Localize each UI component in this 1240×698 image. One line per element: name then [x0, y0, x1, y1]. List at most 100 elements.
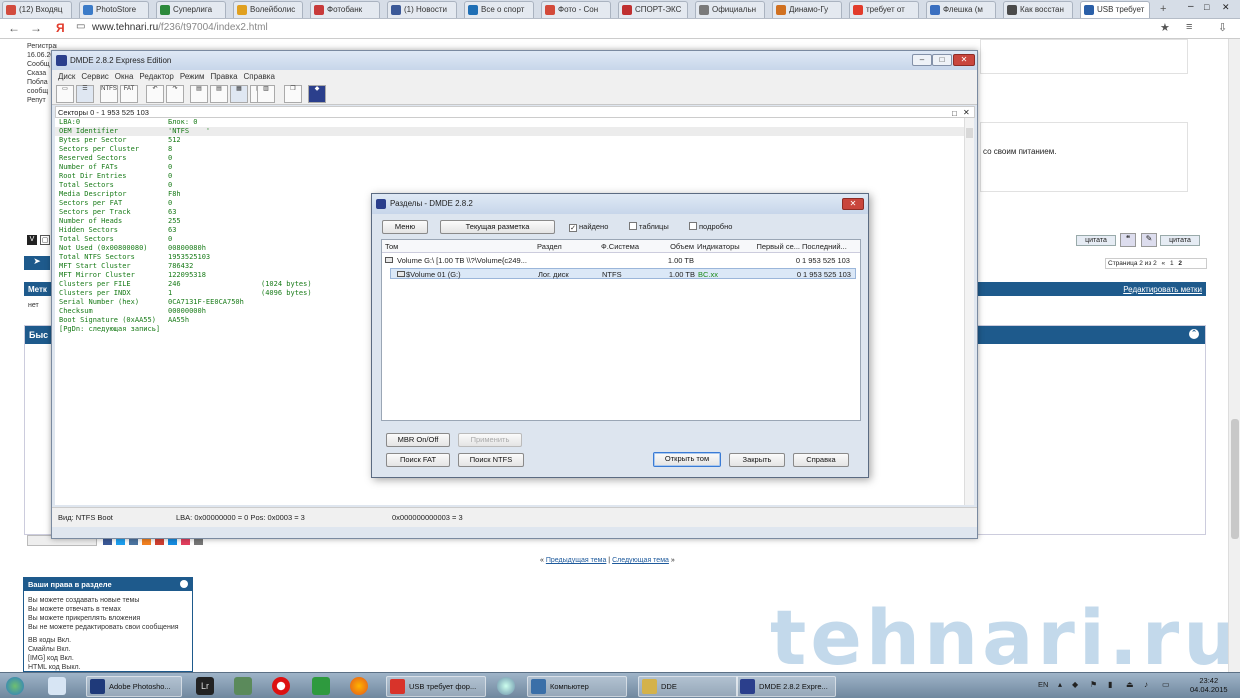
copy-icon[interactable]: ❐	[284, 85, 302, 103]
browser-tab[interactable]: Флешка (м	[926, 1, 996, 18]
download-icon[interactable]: ⇩	[1218, 21, 1227, 34]
boot-field-row[interactable]: OEM Identifier 'NTFS '	[55, 127, 965, 136]
panel-close-icon[interactable]: ✕	[963, 107, 970, 118]
window-close-icon[interactable]: ✕	[1222, 2, 1230, 13]
tray-network-icon[interactable]: ▮	[1108, 680, 1112, 689]
browser-tab[interactable]: (12) Входяц	[2, 1, 72, 18]
dmde-menu-item[interactable]: Диск	[58, 72, 75, 81]
window-minimize-icon[interactable]: –	[1188, 1, 1194, 12]
vk-icon[interactable]: V	[27, 235, 37, 245]
dmde-close-button[interactable]: ✕	[953, 54, 975, 66]
partitions-icon[interactable]: ◆	[308, 85, 326, 103]
taskbar-task[interactable]: DMDE 2.8.2 Expre...	[736, 676, 836, 697]
dmde-minimize-button[interactable]: –	[912, 54, 932, 66]
start-button-icon[interactable]	[6, 677, 24, 695]
column-header[interactable]: Ф.Система	[601, 240, 659, 253]
lightroom-icon[interactable]: Lr	[196, 677, 214, 695]
page-scrollbar[interactable]	[1228, 39, 1240, 672]
back-icon[interactable]: ←	[8, 21, 20, 35]
detail-checkbox[interactable]: подробно	[689, 222, 732, 232]
page-scroll-thumb[interactable]	[1231, 419, 1239, 539]
network-icon[interactable]	[497, 677, 515, 695]
boot-field-row[interactable]: Total Sectors 0	[55, 181, 965, 190]
quote-button[interactable]: цитата	[1160, 235, 1200, 246]
hex-scrollbar[interactable]	[964, 118, 974, 505]
reply-arrow-icon[interactable]: ➤	[24, 256, 50, 270]
new-tab-icon[interactable]: +	[1160, 3, 1166, 15]
taskbar-task[interactable]: DDE	[638, 676, 738, 697]
window-maximize-icon[interactable]: □	[1204, 2, 1209, 12]
browser-tab[interactable]: Официальн	[695, 1, 765, 18]
dmde-menu-item[interactable]: Сервис	[81, 72, 108, 81]
boot-field-row[interactable]: Number of FATs 0	[55, 163, 965, 172]
browser-tab[interactable]: Волейболис	[233, 1, 303, 18]
dialog-close-button[interactable]: ✕	[842, 198, 864, 210]
grid-icon[interactable]: ▦	[230, 85, 248, 103]
multi-quote-button[interactable]: цитата	[1076, 235, 1116, 246]
mbr-toggle-button[interactable]: MBR On/Off	[386, 433, 450, 447]
edit-tags-link[interactable]: Редактировать метки	[1123, 285, 1202, 294]
page-icon2[interactable]: ▤	[210, 85, 228, 103]
taskbar-task[interactable]: Adobe Photosho...	[86, 676, 182, 697]
prev-topic-link[interactable]: Предыдущая тема	[546, 557, 606, 564]
next-topic-link[interactable]: Следующая тема	[612, 557, 669, 564]
tray-shield-icon[interactable]: ◆	[1072, 680, 1078, 689]
page-left-icon[interactable]: ▤	[190, 85, 208, 103]
current-layout-button[interactable]: Текущая разметка	[440, 220, 555, 234]
reply-icon[interactable]: ✎	[1141, 233, 1157, 247]
column-header[interactable]: Последний...	[802, 240, 860, 253]
firefox-icon[interactable]	[350, 677, 368, 695]
browser-tab[interactable]: Динамо-Гу	[772, 1, 842, 18]
tray-arrow-icon[interactable]: ▴	[1058, 680, 1062, 689]
pagination-prev[interactable]: «	[1162, 260, 1166, 267]
column-header[interactable]: Раздел	[537, 240, 597, 253]
column-header[interactable]: Первый се...	[752, 240, 800, 253]
search-ntfs-button[interactable]: Поиск NTFS	[458, 453, 524, 467]
browser-tab[interactable]: СПОРТ-ЭКС	[618, 1, 688, 18]
explorer-icon[interactable]	[48, 677, 66, 695]
boot-field-row[interactable]: Root Dir Entries 0	[55, 172, 965, 181]
help-button[interactable]: Справка	[793, 453, 849, 467]
dmde-maximize-button[interactable]: □	[932, 54, 952, 66]
browser-tab[interactable]: USB требует	[1080, 1, 1150, 18]
language-indicator[interactable]: EN	[1038, 680, 1048, 689]
browser-tab[interactable]: требует от	[849, 1, 919, 18]
browser-tab[interactable]: Суперлига	[156, 1, 226, 18]
boot-field-row[interactable]: Sectors per Cluster 8	[55, 145, 965, 154]
checkbox-icon[interactable]: ▢	[40, 235, 50, 245]
columns-icon[interactable]: ▥	[257, 85, 275, 103]
hex-scroll-thumb[interactable]	[966, 128, 973, 138]
browser-tab[interactable]: PhotoStore	[79, 1, 149, 18]
disk-icon[interactable]: ▭	[56, 85, 74, 103]
forward-icon[interactable]: →	[30, 21, 42, 35]
close-button[interactable]: Закрыть	[729, 453, 785, 467]
tools-icon[interactable]	[234, 677, 252, 695]
rights-collapse-icon[interactable]	[180, 580, 188, 588]
tables-checkbox[interactable]: таблицы	[629, 222, 669, 232]
boot-field-row[interactable]: LBA:0 Блок: 0	[55, 118, 965, 127]
clock[interactable]: 23:42 04.04.2015	[1190, 676, 1228, 694]
boot-field-row[interactable]: Bytes per Sector 512	[55, 136, 965, 145]
pagination-page-1[interactable]: 1	[1170, 260, 1174, 267]
taskbar-task[interactable]: Компьютер	[527, 676, 627, 697]
dmde-menu-item[interactable]: Правка	[211, 72, 238, 81]
browser-tab[interactable]: (1) Новости	[387, 1, 457, 18]
found-checkbox[interactable]: ✓ найдено	[569, 222, 608, 232]
fat-tool[interactable]: FAT	[120, 85, 138, 103]
search-fat-button[interactable]: Поиск FAT	[386, 453, 450, 467]
browser-tab[interactable]: Как восстан	[1003, 1, 1073, 18]
browser-tab[interactable]: Фото - Сон	[541, 1, 611, 18]
table-row[interactable]: $Volume 01 (G:) Лог. диск NTFS 1.00 TB BC.xx…	[390, 268, 856, 279]
undo-icon[interactable]: ↶	[146, 85, 164, 103]
dmde-menu-item[interactable]: Справка	[244, 72, 275, 81]
dmde-menu-item[interactable]: Режим	[180, 72, 205, 81]
collapse-icon[interactable]: ⌃	[1189, 329, 1199, 339]
view-icon[interactable]: ☰	[76, 85, 94, 103]
bookmark-star-icon[interactable]: ★	[1160, 21, 1170, 34]
tray-volume-icon[interactable]: ♪	[1144, 680, 1148, 689]
redo-icon[interactable]: ↷	[166, 85, 184, 103]
table-row[interactable]: Volume G:\ [1.00 TB \\?\Volume{c249... 1.…	[382, 255, 860, 266]
browser-tab[interactable]: Фотобанк	[310, 1, 380, 18]
open-volume-button[interactable]: Открыть том	[653, 452, 721, 467]
tray-flag-icon[interactable]: ⚑	[1090, 680, 1097, 689]
